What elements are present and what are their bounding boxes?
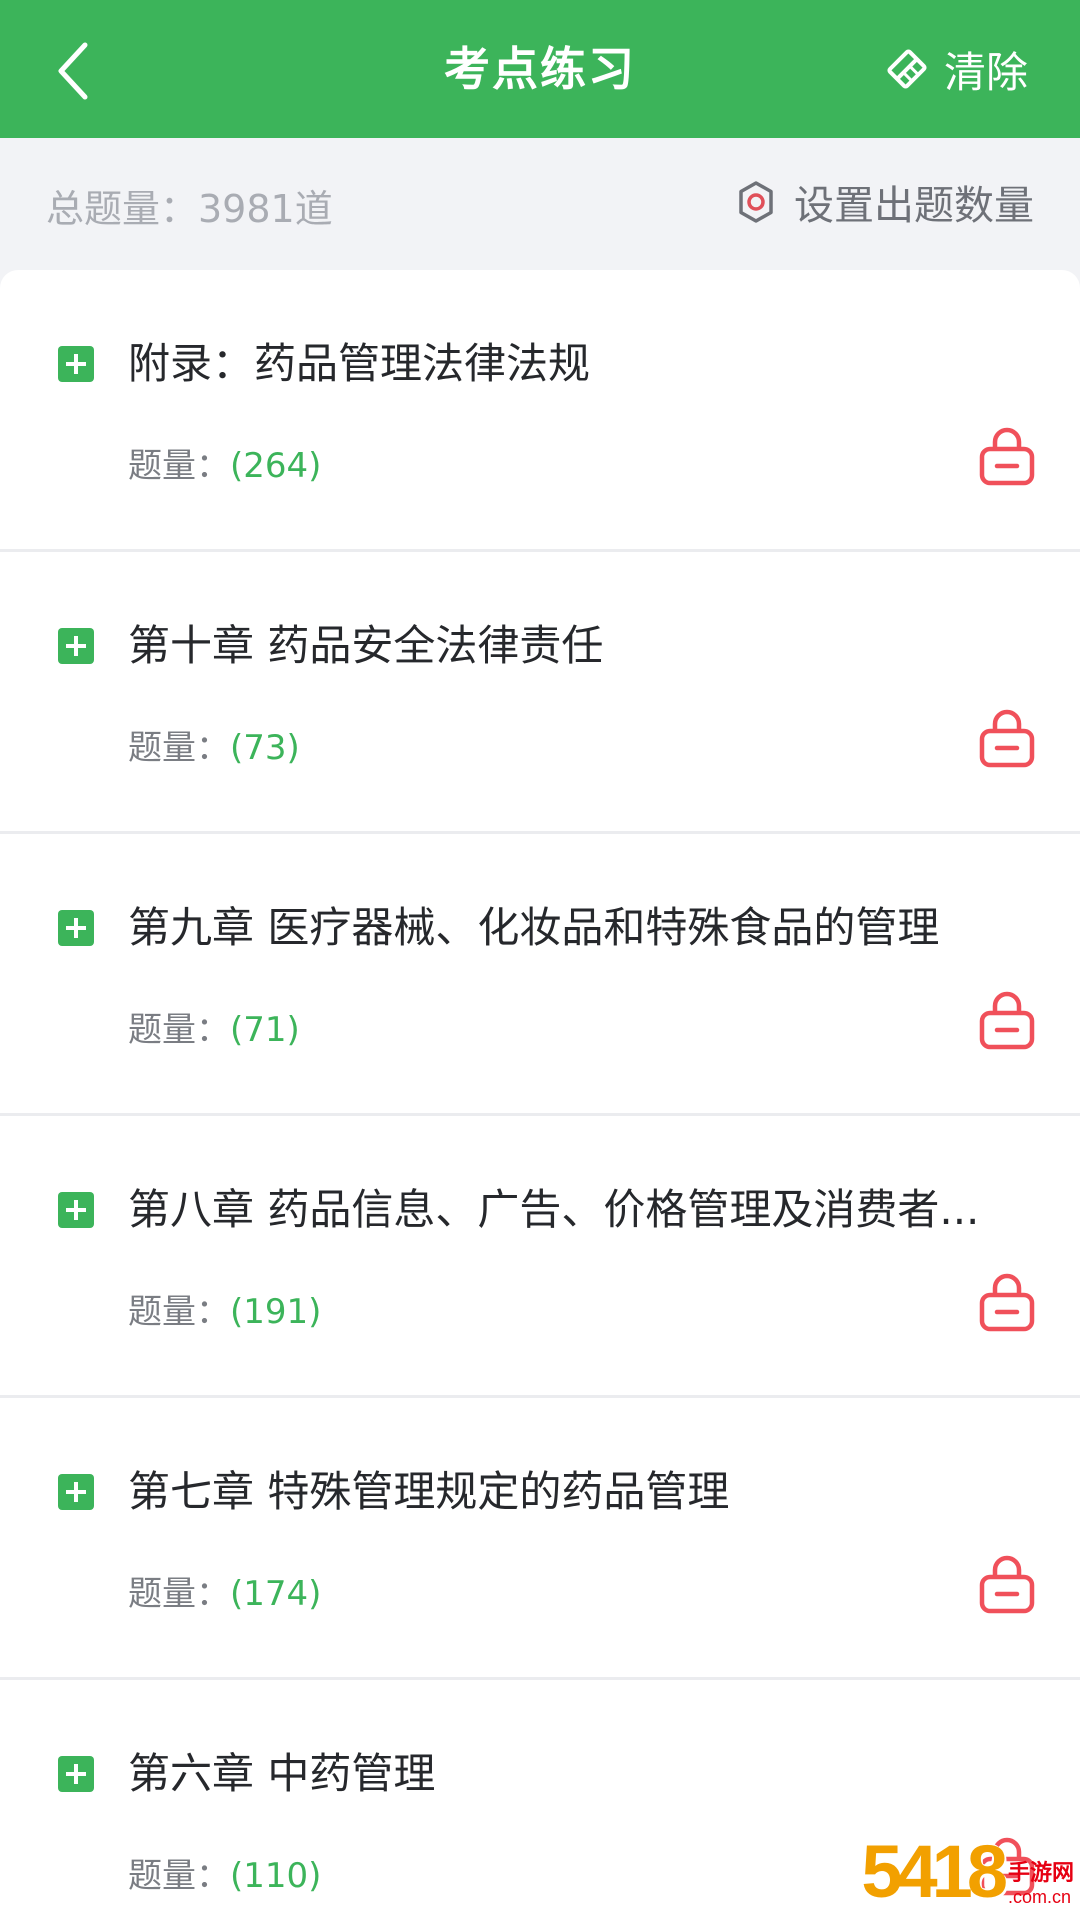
question-count: 题量：(264) — [128, 438, 321, 487]
chapter-title: 附录：药品管理法律法规 — [128, 339, 591, 388]
lock-icon[interactable] — [978, 1270, 1036, 1332]
chapter-title: 第十章 药品安全法律责任 — [128, 621, 604, 670]
question-count: 题量：(191) — [128, 1284, 321, 1333]
eraser-icon — [884, 46, 930, 92]
lock-icon[interactable] — [978, 424, 1036, 486]
screen: 考点练习 清除 总题量：3981道 设置出题数量 附录：药品管理法律法规 题量：… — [0, 0, 1080, 1920]
top-app-bar: 考点练习 清除 — [0, 0, 1080, 138]
gear-icon — [734, 180, 778, 224]
count-value: (264) — [230, 446, 322, 486]
count-value: (73) — [230, 728, 300, 768]
question-count: 题量：(110) — [128, 1848, 321, 1897]
watermark-line2: .com.cn — [1007, 1887, 1072, 1907]
summary-bar: 总题量：3981道 设置出题数量 — [0, 138, 1080, 270]
count-value: (110) — [230, 1856, 322, 1896]
lock-icon[interactable] — [978, 1552, 1036, 1614]
watermark-logo: 5418 手游网 .com.cn — [861, 1829, 1074, 1914]
plus-square-icon[interactable] — [58, 1756, 94, 1792]
count-label: 题量： — [128, 1574, 230, 1614]
plus-square-icon[interactable] — [58, 346, 94, 382]
question-count: 题量：(174) — [128, 1566, 321, 1615]
clear-label: 清除 — [943, 47, 1028, 97]
count-value: (191) — [230, 1292, 322, 1332]
list-item[interactable]: 第七章 特殊管理规定的药品管理 题量：(174) — [0, 1398, 1080, 1680]
total-question-count: 总题量：3981道 — [46, 187, 333, 231]
watermark-line1: 手游网 — [1007, 1860, 1074, 1885]
clear-button[interactable]: 清除 — [884, 38, 1028, 100]
count-label: 题量： — [128, 1010, 230, 1050]
count-label: 题量： — [128, 1292, 230, 1332]
count-label: 题量： — [128, 1856, 230, 1896]
set-question-count-button[interactable]: 设置出题数量 — [734, 172, 1034, 232]
chapter-title: 第九章 医疗器械、化妆品和特殊食品的管理 — [128, 903, 940, 952]
settings-label: 设置出题数量 — [794, 183, 1034, 229]
plus-square-icon[interactable] — [58, 628, 94, 664]
watermark-text: 手游网 .com.cn — [1008, 1855, 1074, 1908]
list-item[interactable]: 第八章 药品信息、广告、价格管理及消费者... 题量：(191) — [0, 1116, 1080, 1398]
list-item[interactable]: 附录：药品管理法律法规 题量：(264) — [0, 270, 1080, 552]
list-item[interactable]: 第十章 药品安全法律责任 题量：(73) — [0, 552, 1080, 834]
lock-icon[interactable] — [978, 706, 1036, 768]
question-count: 题量：(73) — [128, 720, 300, 769]
list-item[interactable]: 第九章 医疗器械、化妆品和特殊食品的管理 题量：(71) — [0, 834, 1080, 1116]
chapter-list: 附录：药品管理法律法规 题量：(264) 第十章 药品安全法律责任 题量：(73… — [0, 270, 1080, 1920]
count-label: 题量： — [128, 446, 230, 486]
chapter-title: 第八章 药品信息、广告、价格管理及消费者... — [128, 1185, 980, 1234]
watermark-number: 5418 — [861, 1830, 1008, 1913]
plus-square-icon[interactable] — [58, 1474, 94, 1510]
question-count: 题量：(71) — [128, 1002, 300, 1051]
chapter-title: 第七章 特殊管理规定的药品管理 — [128, 1467, 730, 1516]
count-value: (174) — [230, 1574, 322, 1614]
lock-icon[interactable] — [978, 988, 1036, 1050]
plus-square-icon[interactable] — [58, 910, 94, 946]
plus-square-icon[interactable] — [58, 1192, 94, 1228]
count-label: 题量： — [128, 728, 230, 768]
chapter-title: 第六章 中药管理 — [128, 1749, 436, 1798]
count-value: (71) — [230, 1010, 300, 1050]
